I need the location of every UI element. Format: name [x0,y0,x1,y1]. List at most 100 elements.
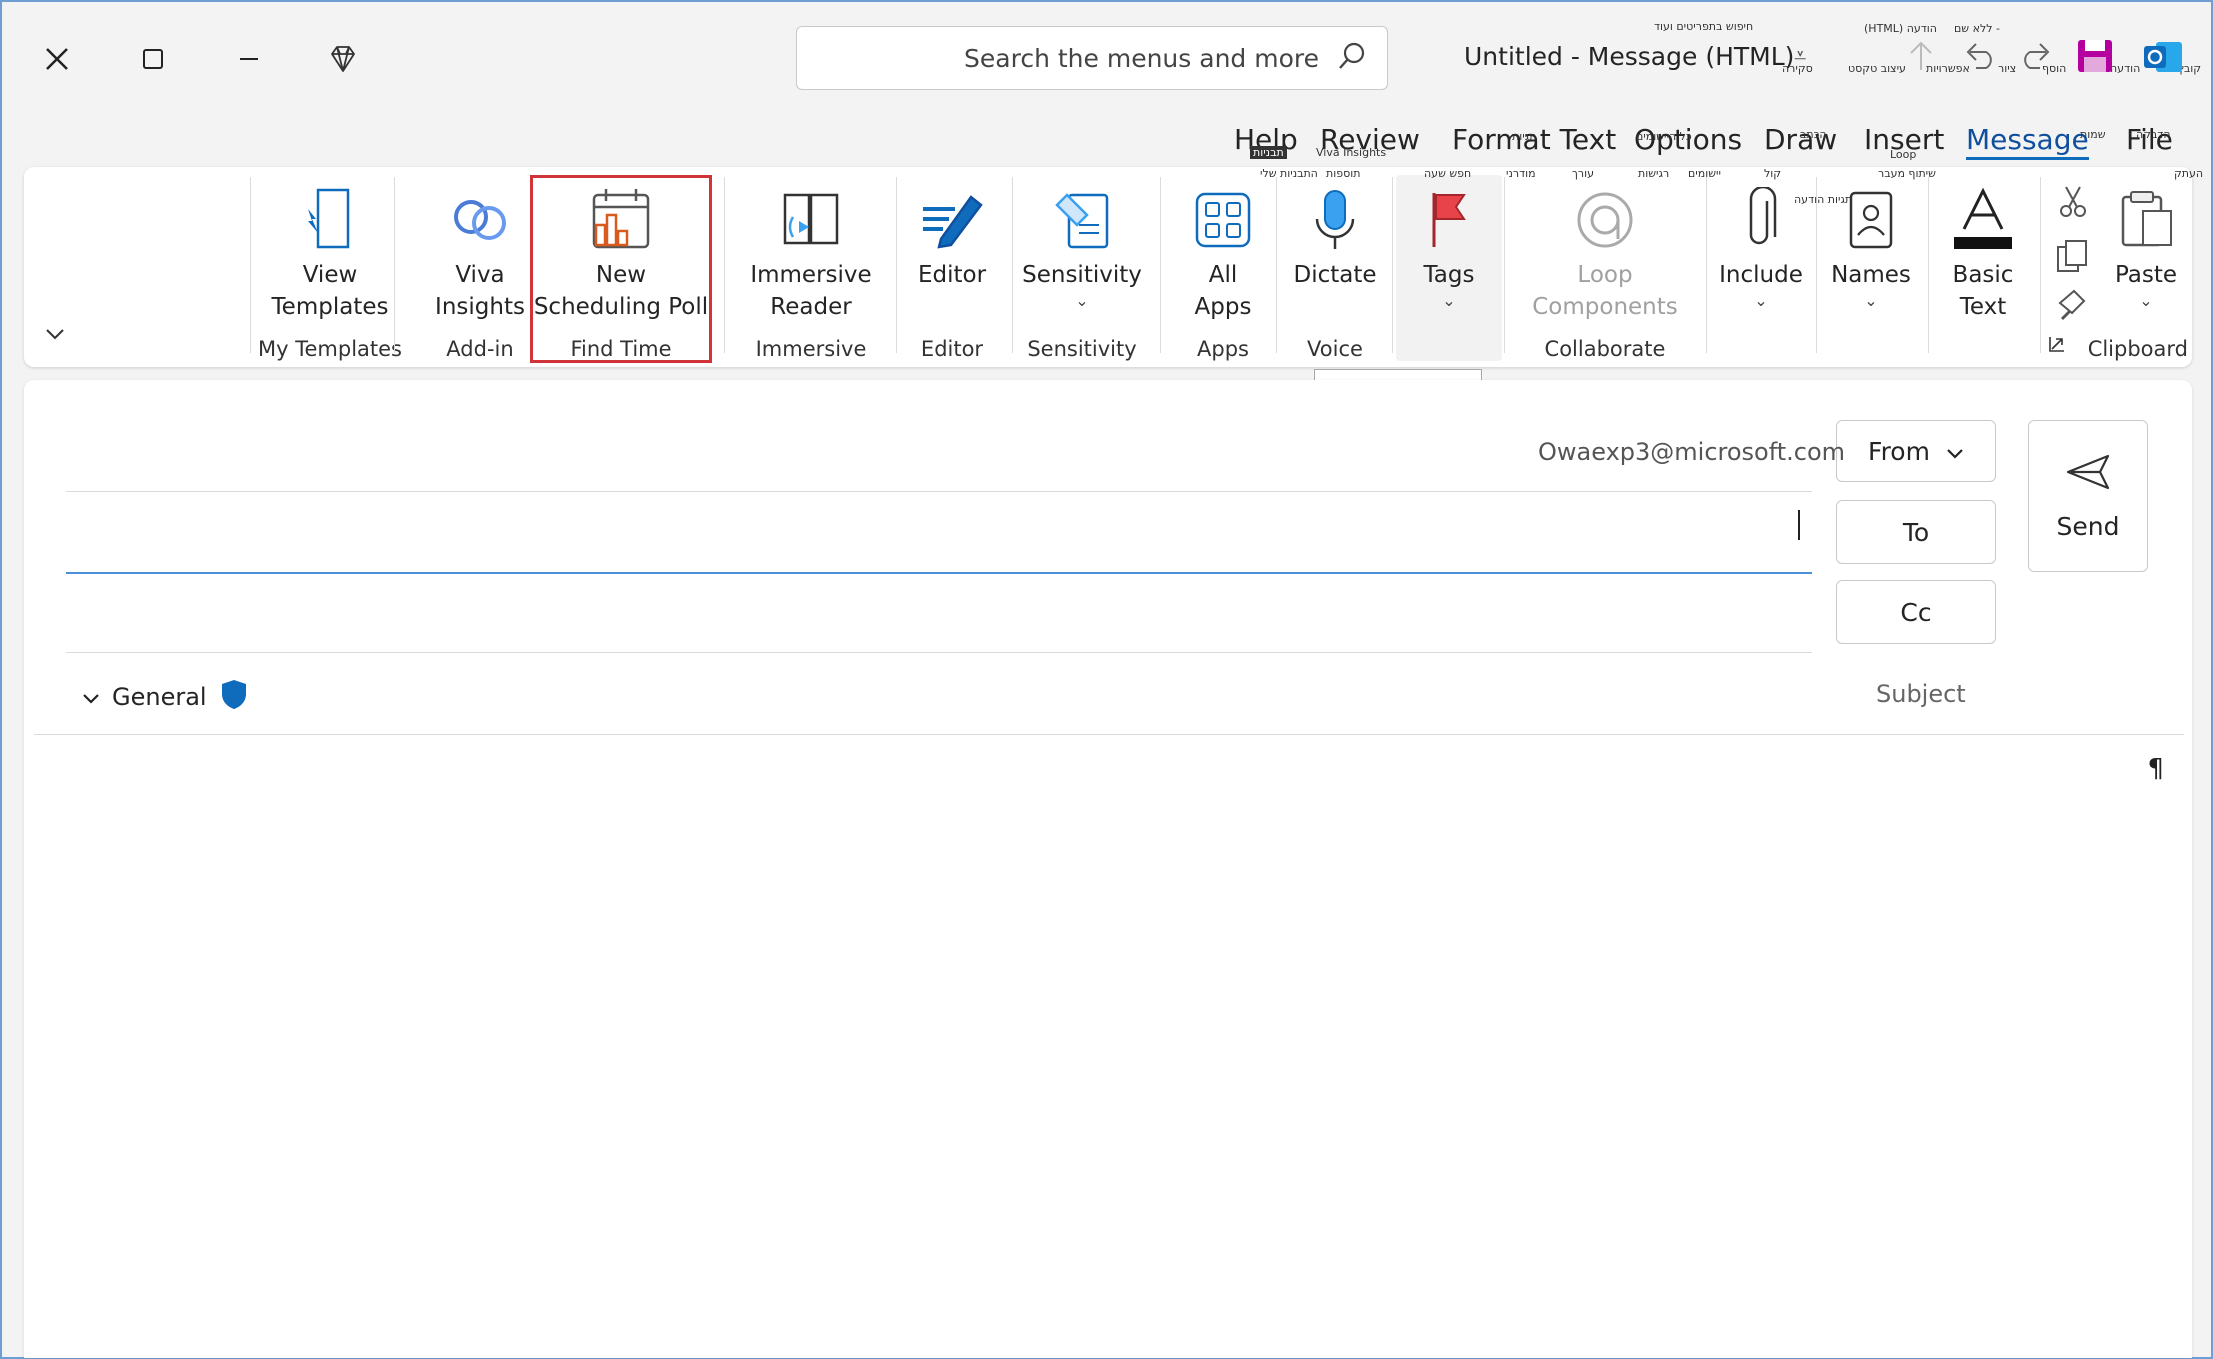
format-painter-icon[interactable] [2056,287,2092,323]
group-add-in: Viva Insights Add-in [418,175,542,361]
cc-divider [66,652,1812,653]
diamond-icon[interactable] [308,24,378,94]
tab-review-hint: Viva Insights [1316,146,1387,159]
sensitivity-badge-label: General [112,683,207,711]
loop-components-button[interactable]: Loop Components [1506,175,1704,325]
ribbon-collapse-icon[interactable] [38,317,72,351]
from-button[interactable]: From [1836,420,1996,482]
editor-group-label: Editor [920,337,984,361]
ribbon-tiny-search: חפש שעה [1424,167,1472,180]
flag-icon [1426,181,1472,259]
cc-button[interactable]: Cc [1836,580,1996,644]
ribbon-tiny-editor: מודרני [1506,167,1536,180]
search-box[interactable]: Search the menus and more [796,26,1388,90]
to-label: To [1902,517,1930,547]
all-apps-label: All Apps [1194,262,1252,320]
all-apps-icon [1194,181,1252,259]
sensitivity-badge[interactable]: General [82,678,249,716]
separator [896,177,897,353]
cc-input[interactable] [66,580,1812,644]
dialog-launcher-icon[interactable] [2048,335,2070,357]
chevron-down-icon [82,683,100,711]
font-color-icon [1952,181,2014,259]
tags-button[interactable]: Tags ⌄ [1396,175,1502,325]
sensitivity-icon [1053,181,1111,259]
undo-icon[interactable] [1964,40,1998,78]
ribbon: View Templates My Templates התבניות שלי … [24,167,2203,367]
ribbon-tiny-addin: תוספות [1326,167,1361,180]
message-body[interactable]: ¶ [34,740,2184,1350]
all-apps-button[interactable]: All Apps [1170,175,1276,325]
loop-components-label: Loop Components [1532,262,1678,320]
tab-draw-hint: הכתב [1800,128,1827,141]
chevron-down-icon: ⌄ [1442,291,1456,310]
send-label: Send [2056,511,2120,541]
draw-label: ציור [1998,62,2017,75]
separator [394,177,395,353]
dictate-button[interactable]: Dictate [1278,175,1392,325]
ribbon-tiny-msg-tags: תגיות הודעה [1794,193,1853,206]
tab-message[interactable]: Message [1966,120,2089,160]
text-cursor [1798,510,1800,540]
outlook-logo-icon [2142,38,2184,84]
to-button[interactable]: To [1836,500,1996,564]
sensitivity-group-label: Sensitivity [1027,337,1137,361]
document-title: Untitled - Message (HTML) [1464,42,1795,71]
group-collaborate: Loop Components Collaborate [1506,175,1704,361]
chevron-down-icon: ⌄ [1075,291,1089,310]
ribbon-tiny-sens: רגישות [1638,167,1670,180]
add-in-group-label: Add-in [446,337,514,361]
minimize-icon[interactable] [214,24,284,94]
group-apps: All Apps Apps [1170,175,1276,361]
message-label: הודעה [2110,62,2141,75]
viva-insights-button[interactable]: Viva Insights [418,175,542,325]
subject-divider [34,734,2184,735]
immersive-group-label: Immersive [755,337,867,361]
subject-input[interactable] [254,664,1854,724]
chevron-down-icon: ⌄ [1864,291,1878,310]
save-icon[interactable] [2076,38,2114,82]
close-icon[interactable] [22,24,92,94]
from-address: Owaexp3@microsoft.com [1538,438,1846,466]
redo-icon[interactable] [2018,40,2052,78]
scissors-icon[interactable] [2058,185,2094,221]
search-hebrew-label: חיפוש בתפריטים ועוד [1654,20,1754,33]
copy-icon[interactable] [2056,239,2092,275]
cc-label: Cc [1900,597,1932,627]
paste-icon [2117,181,2175,259]
ribbon-tiny-loop: עורך [1572,167,1594,180]
include-label: Include [1719,262,1803,288]
send-button[interactable]: Send [2028,420,2148,572]
basic-text-button[interactable]: Basic Text [1930,175,2036,325]
separator [2040,177,2041,353]
outlook-compose-window: Search the menus and more Untitled - Mes… [0,0,2213,1359]
search-icon [1337,41,1367,75]
sensitivity-button[interactable]: Sensitivity ⌄ [1014,175,1150,325]
immersive-reader-label: Immersive Reader [750,262,872,320]
search-placeholder: Search the menus and more [964,43,1319,73]
tab-options-hint: כל היישומים [1636,130,1692,143]
paste-button[interactable]: Paste ⌄ [2104,175,2188,325]
separator [1160,177,1161,353]
sensitivity-label: Sensitivity [1022,262,1142,288]
address-book-icon [1845,181,1897,259]
tab-help-hint: תבניות [1250,146,1287,159]
highlight-box [530,175,712,363]
view-templates-button[interactable]: View Templates [250,175,410,325]
tab-message-hint: שמות [2080,128,2106,141]
view-templates-label: View Templates [271,262,389,320]
editor-button[interactable]: Editor [898,175,1006,325]
separator [724,177,725,353]
editor-label: Editor [917,262,987,288]
maximize-icon[interactable] [118,24,188,94]
customize-qat-icon[interactable]: ⩡ [1794,44,1806,69]
immersive-reader-button[interactable]: Immersive Reader [736,175,886,325]
collaborate-group-label: Collaborate [1544,337,1666,361]
separator [1392,177,1393,353]
to-input[interactable] [66,500,1812,548]
paste-label: Paste [2114,262,2178,288]
upload-icon[interactable] [1906,40,1936,80]
group-editor: Editor Editor [898,175,1006,361]
ribbon-tiny-share: שיתוף מעבר [1878,167,1936,180]
ribbon-tiny-contacts: יישומים [1688,167,1721,180]
